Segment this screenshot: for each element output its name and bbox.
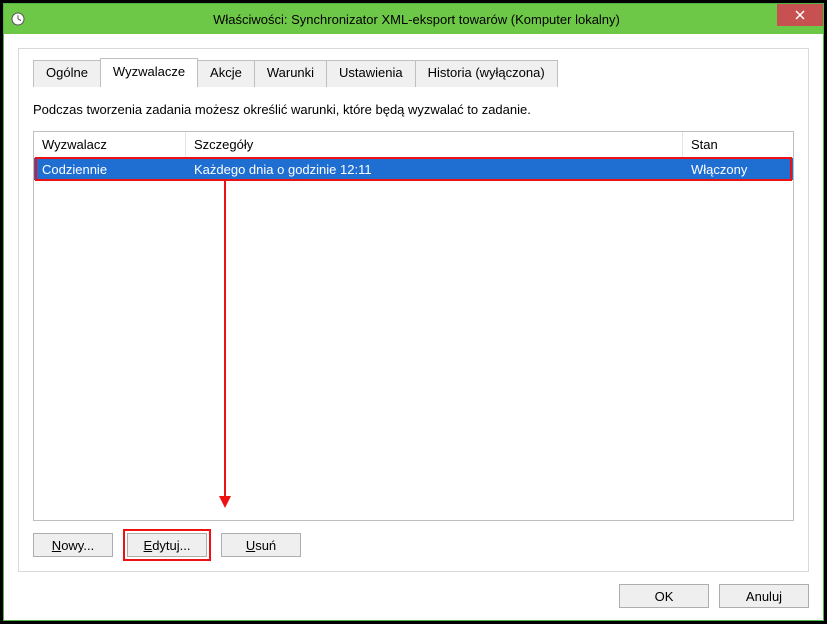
- tabstrip: Ogólne Wyzwalacze Akcje Warunki Ustawien…: [33, 60, 794, 87]
- col-details[interactable]: Szczegóły: [186, 132, 683, 157]
- cell-state: Włączony: [683, 158, 793, 180]
- tab-content: Podczas tworzenia zadania możesz określi…: [33, 96, 794, 557]
- ok-button[interactable]: OK: [619, 584, 709, 608]
- dialog-buttons: OK Anuluj: [18, 584, 809, 608]
- btn-rest: dytuj...: [152, 538, 190, 553]
- instructions-text: Podczas tworzenia zadania możesz określi…: [33, 102, 794, 117]
- cancel-button[interactable]: Anuluj: [719, 584, 809, 608]
- access-key: E: [144, 538, 153, 553]
- window-title: Właściwości: Synchronizator XML-eksport …: [10, 12, 823, 27]
- tab-triggers[interactable]: Wyzwalacze: [100, 58, 198, 85]
- access-key: U: [246, 538, 255, 553]
- edit-button[interactable]: Edytuj...: [127, 533, 207, 557]
- tab-general[interactable]: Ogólne: [33, 60, 101, 87]
- close-button[interactable]: [777, 4, 823, 26]
- new-button[interactable]: Nowy...: [33, 533, 113, 557]
- annotation-arrow: [215, 180, 235, 510]
- access-key: N: [52, 538, 61, 553]
- col-state[interactable]: Stan: [683, 132, 793, 157]
- triggers-listview[interactable]: Wyzwalacz Szczegóły Stan Codziennie Każd…: [33, 131, 794, 521]
- tab-conditions[interactable]: Warunki: [254, 60, 327, 87]
- col-trigger[interactable]: Wyzwalacz: [34, 132, 186, 157]
- btn-rest: suń: [255, 538, 276, 553]
- properties-dialog: Właściwości: Synchronizator XML-eksport …: [3, 3, 824, 621]
- trigger-buttons: Nowy... Edytuj... Usuń: [33, 533, 794, 557]
- cell-details: Każdego dnia o godzinie 12:11: [186, 158, 683, 180]
- listview-header: Wyzwalacz Szczegóły Stan: [34, 132, 793, 158]
- tab-history[interactable]: Historia (wyłączona): [415, 60, 558, 87]
- close-icon: [795, 10, 805, 20]
- tab-actions[interactable]: Akcje: [197, 60, 255, 87]
- delete-button[interactable]: Usuń: [221, 533, 301, 557]
- client-area: Ogólne Wyzwalacze Akcje Warunki Ustawien…: [4, 34, 823, 620]
- cell-trigger: Codziennie: [34, 158, 186, 180]
- trigger-row[interactable]: Codziennie Każdego dnia o godzinie 12:11…: [34, 158, 793, 180]
- btn-rest: owy...: [61, 538, 94, 553]
- inner-panel: Ogólne Wyzwalacze Akcje Warunki Ustawien…: [18, 48, 809, 572]
- titlebar: Właściwości: Synchronizator XML-eksport …: [4, 4, 823, 34]
- tab-settings[interactable]: Ustawienia: [326, 60, 416, 87]
